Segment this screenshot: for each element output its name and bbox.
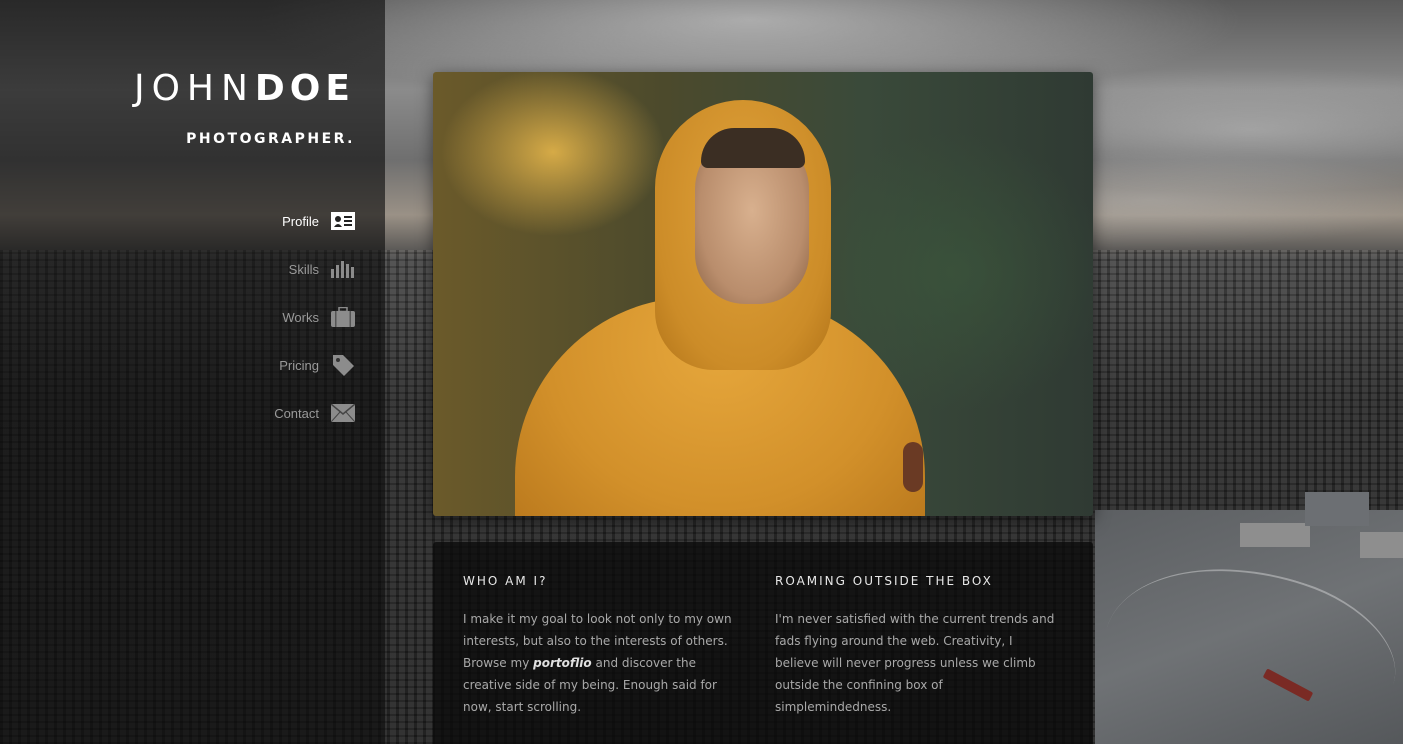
hero-photo [433, 72, 1093, 516]
profile-info-card: WHO AM I? I make it my goal to look not … [433, 542, 1093, 744]
background-pier [1360, 532, 1403, 558]
nav-item-label: Profile [282, 213, 319, 229]
background-pier [1240, 523, 1310, 547]
envelope-icon [331, 401, 355, 425]
main-nav: Profile Skills Works Pricing Contact [55, 205, 355, 445]
philosophy-heading: ROAMING OUTSIDE THE BOX [775, 574, 993, 588]
background-building [1305, 492, 1369, 526]
about-section: WHO AM I? I make it my goal to look not … [463, 574, 745, 718]
portfolio-link[interactable]: portoflio [533, 656, 592, 670]
nav-item-contact[interactable]: Contact [55, 397, 355, 429]
bar-chart-icon [331, 257, 355, 281]
profile-card-icon [331, 209, 355, 233]
site-logo[interactable]: JOHNDOE [134, 68, 355, 109]
nav-item-label: Contact [274, 405, 319, 421]
brand-first-name: JOHN [133, 68, 255, 109]
briefcase-icon [331, 305, 355, 329]
nav-item-skills[interactable]: Skills [55, 253, 355, 285]
brand-tagline: PHOTOGRAPHER. [186, 131, 355, 147]
nav-item-profile[interactable]: Profile [55, 205, 355, 237]
nav-item-label: Skills [288, 261, 319, 277]
about-heading: WHO AM I? [463, 574, 548, 588]
nav-item-label: Works [282, 309, 319, 325]
nav-item-label: Pricing [279, 357, 319, 373]
philosophy-section: ROAMING OUTSIDE THE BOX I'm never satisf… [775, 574, 1057, 718]
photo-hair [701, 128, 805, 168]
sidebar: JOHNDOE PHOTOGRAPHER. Profile Skills Wor… [0, 0, 385, 744]
nav-item-works[interactable]: Works [55, 301, 355, 333]
philosophy-text: I'm never satisfied with the current tre… [775, 612, 1055, 714]
photo-sleeve-patch [903, 442, 923, 492]
nav-item-pricing[interactable]: Pricing [55, 349, 355, 381]
about-text: I make it my goal to look not only to my… [463, 608, 745, 718]
price-tag-icon [331, 353, 355, 377]
brand-last-name: DOE [254, 68, 355, 109]
